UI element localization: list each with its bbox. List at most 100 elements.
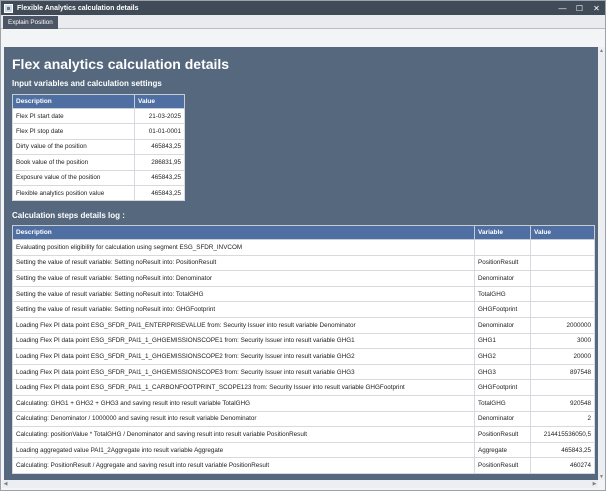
minimize-button[interactable]: — (554, 1, 571, 15)
input-description-cell: Book value of the position (12, 154, 135, 171)
table-row[interactable]: Loading Flex PI data point ESG_SFDR_PAI1… (12, 332, 595, 350)
input-value-cell: 465843,25 (134, 138, 185, 156)
scroll-up-icon[interactable]: ▲ (598, 47, 605, 54)
table-row[interactable]: Exposure value of the position 465843,25 (12, 169, 185, 186)
app-window-icon (4, 3, 13, 13)
log-variable-cell: PositionResult (474, 426, 531, 443)
log-description-cell: Evaluating position eligibility for calc… (12, 239, 475, 256)
title-bar[interactable]: Flexible Analytics calculation details —… (1, 1, 605, 15)
log-value-cell (530, 270, 595, 287)
window-title: Flexible Analytics calculation details (17, 4, 139, 12)
input-value-cell: 465843,25 (134, 169, 185, 186)
table-row[interactable]: Evaluating position eligibility for calc… (12, 239, 595, 256)
input-description-cell: Flex PI start date (12, 107, 135, 125)
table-row[interactable]: Loading Flex PI data point ESG_SFDR_PAI1… (12, 348, 595, 365)
log-value-cell (530, 254, 595, 272)
column-header-value[interactable]: Value (530, 225, 595, 240)
table-row[interactable]: Setting the value of result variable: Se… (12, 301, 595, 318)
log-value-cell (530, 239, 595, 256)
log-variable-cell: TotalGHG (474, 394, 531, 412)
log-description-cell: Setting the value of result variable: Se… (12, 301, 475, 318)
input-value-cell: 21-03-2025 (134, 107, 185, 125)
column-header-variable[interactable]: Variable (474, 225, 531, 240)
log-value-cell (530, 301, 595, 318)
log-description-cell: Calculating: GHG1 + GHG2 + GHG3 and savi… (12, 394, 475, 412)
log-variable-cell: TotalGHG (474, 285, 531, 303)
log-variable-cell (474, 239, 531, 256)
vertical-scrollbar[interactable]: ▲ ▼ (598, 47, 605, 480)
calculation-details-panel: Flex analytics calculation details Input… (4, 47, 598, 480)
scroll-down-icon[interactable]: ▼ (598, 473, 605, 480)
input-value-cell: 01-01-0001 (134, 123, 185, 140)
table-row[interactable]: Loading Flex PI data point ESG_SFDR_PAI1… (12, 363, 595, 381)
calculation-log-table: Description Variable Value Evaluating po… (12, 225, 595, 474)
column-header-description[interactable]: Description (12, 94, 135, 109)
input-description-cell: Flexible analytics position value (12, 184, 135, 202)
log-variable-cell: Denominator (474, 270, 531, 287)
log-variable-cell: GHG1 (474, 332, 531, 350)
page-title: Flex analytics calculation details (12, 56, 230, 72)
log-description-cell: Setting the value of result variable: Se… (12, 254, 475, 272)
log-variable-cell: GHGFootprint (474, 379, 531, 396)
table-row[interactable]: Book value of the position 286831,95 (12, 154, 185, 171)
table-row[interactable]: Calculating: positionValue * TotalGHG / … (12, 426, 595, 443)
log-value-cell: 2000000 (530, 316, 595, 334)
table-row[interactable]: Flexible analytics position value 465843,… (12, 184, 185, 202)
log-description-cell: Loading aggregated value PAI1_2Aggregate… (12, 441, 475, 459)
input-description-cell: Dirty value of the position (12, 138, 135, 156)
table-row[interactable]: Calculating: GHG1 + GHG2 + GHG3 and savi… (12, 394, 595, 412)
table-header-row: Description Value (12, 94, 185, 109)
log-description-cell: Loading Flex PI data point ESG_SFDR_PAI1… (12, 379, 475, 396)
scroll-left-icon[interactable]: ◀ (2, 480, 9, 487)
table-header-row: Description Variable Value (12, 225, 595, 240)
log-value-cell: 3000 (530, 332, 595, 350)
log-value-cell: 897548 (530, 363, 595, 381)
log-variable-cell: Aggregate (474, 441, 531, 459)
horizontal-scrollbar[interactable]: ◀ ▶ (2, 480, 598, 488)
log-variable-cell: Denominator (474, 410, 531, 428)
log-value-cell: 214415536050,5 (530, 426, 595, 443)
log-value-cell: 2 (530, 410, 595, 428)
log-description-cell: Setting the value of result variable: Se… (12, 270, 475, 287)
table-row[interactable]: Flex PI stop date 01-01-0001 (12, 123, 185, 140)
input-variables-table: Description Value Flex PI start date 21-0… (12, 94, 185, 202)
log-description-cell: Loading Flex PI data point ESG_SFDR_PAI1… (12, 316, 475, 334)
log-variable-cell: GHG3 (474, 363, 531, 381)
log-description-cell: Loading Flex PI data point ESG_SFDR_PAI1… (12, 332, 475, 350)
close-button[interactable]: ✕ (588, 1, 605, 15)
column-header-description[interactable]: Description (12, 225, 475, 240)
tab-explain-position[interactable]: Explain Position (3, 16, 58, 29)
log-value-cell: 920548 (530, 394, 595, 412)
log-variable-cell: GHGFootprint (474, 301, 531, 318)
tab-strip: Explain Position (1, 15, 605, 29)
table-row[interactable]: Setting the value of result variable: Se… (12, 254, 595, 272)
table-row[interactable]: Setting the value of result variable: Se… (12, 270, 595, 287)
table-row[interactable]: Flex PI start date 21-03-2025 (12, 107, 185, 125)
app-window: Flexible Analytics calculation details —… (0, 0, 606, 491)
table-row[interactable]: Calculating: PositionResult / Aggregate … (12, 457, 595, 474)
log-value-cell (530, 379, 595, 396)
log-variable-cell: PositionResult (474, 254, 531, 272)
log-variable-cell: PositionResult (474, 457, 531, 474)
scroll-right-icon[interactable]: ▶ (591, 480, 598, 487)
table-row[interactable]: Loading Flex PI data point ESG_SFDR_PAI1… (12, 379, 595, 396)
table-row[interactable]: Dirty value of the position 465843,25 (12, 138, 185, 156)
log-section-title: Calculation steps details log : (12, 211, 125, 220)
log-description-cell: Setting the value of result variable: Se… (12, 285, 475, 303)
table-row[interactable]: Loading aggregated value PAI1_2Aggregate… (12, 441, 595, 459)
log-value-cell: 20000 (530, 348, 595, 365)
maximize-button[interactable]: ☐ (571, 1, 588, 15)
table-row[interactable]: Loading Flex PI data point ESG_SFDR_PAI1… (12, 316, 595, 334)
table-row[interactable]: Setting the value of result variable: Se… (12, 285, 595, 303)
input-description-cell: Flex PI stop date (12, 123, 135, 140)
log-value-cell (530, 285, 595, 303)
log-description-cell: Calculating: PositionResult / Aggregate … (12, 457, 475, 474)
log-description-cell: Calculating: Denominator / 1000000 and s… (12, 410, 475, 428)
log-value-cell: 465843,25 (530, 441, 595, 459)
input-description-cell: Exposure value of the position (12, 169, 135, 186)
log-description-cell: Loading Flex PI data point ESG_SFDR_PAI1… (12, 363, 475, 381)
table-row[interactable]: Calculating: Denominator / 1000000 and s… (12, 410, 595, 428)
input-value-cell: 286831,95 (134, 154, 185, 171)
column-header-value[interactable]: Value (134, 94, 185, 109)
log-description-cell: Loading Flex PI data point ESG_SFDR_PAI1… (12, 348, 475, 365)
